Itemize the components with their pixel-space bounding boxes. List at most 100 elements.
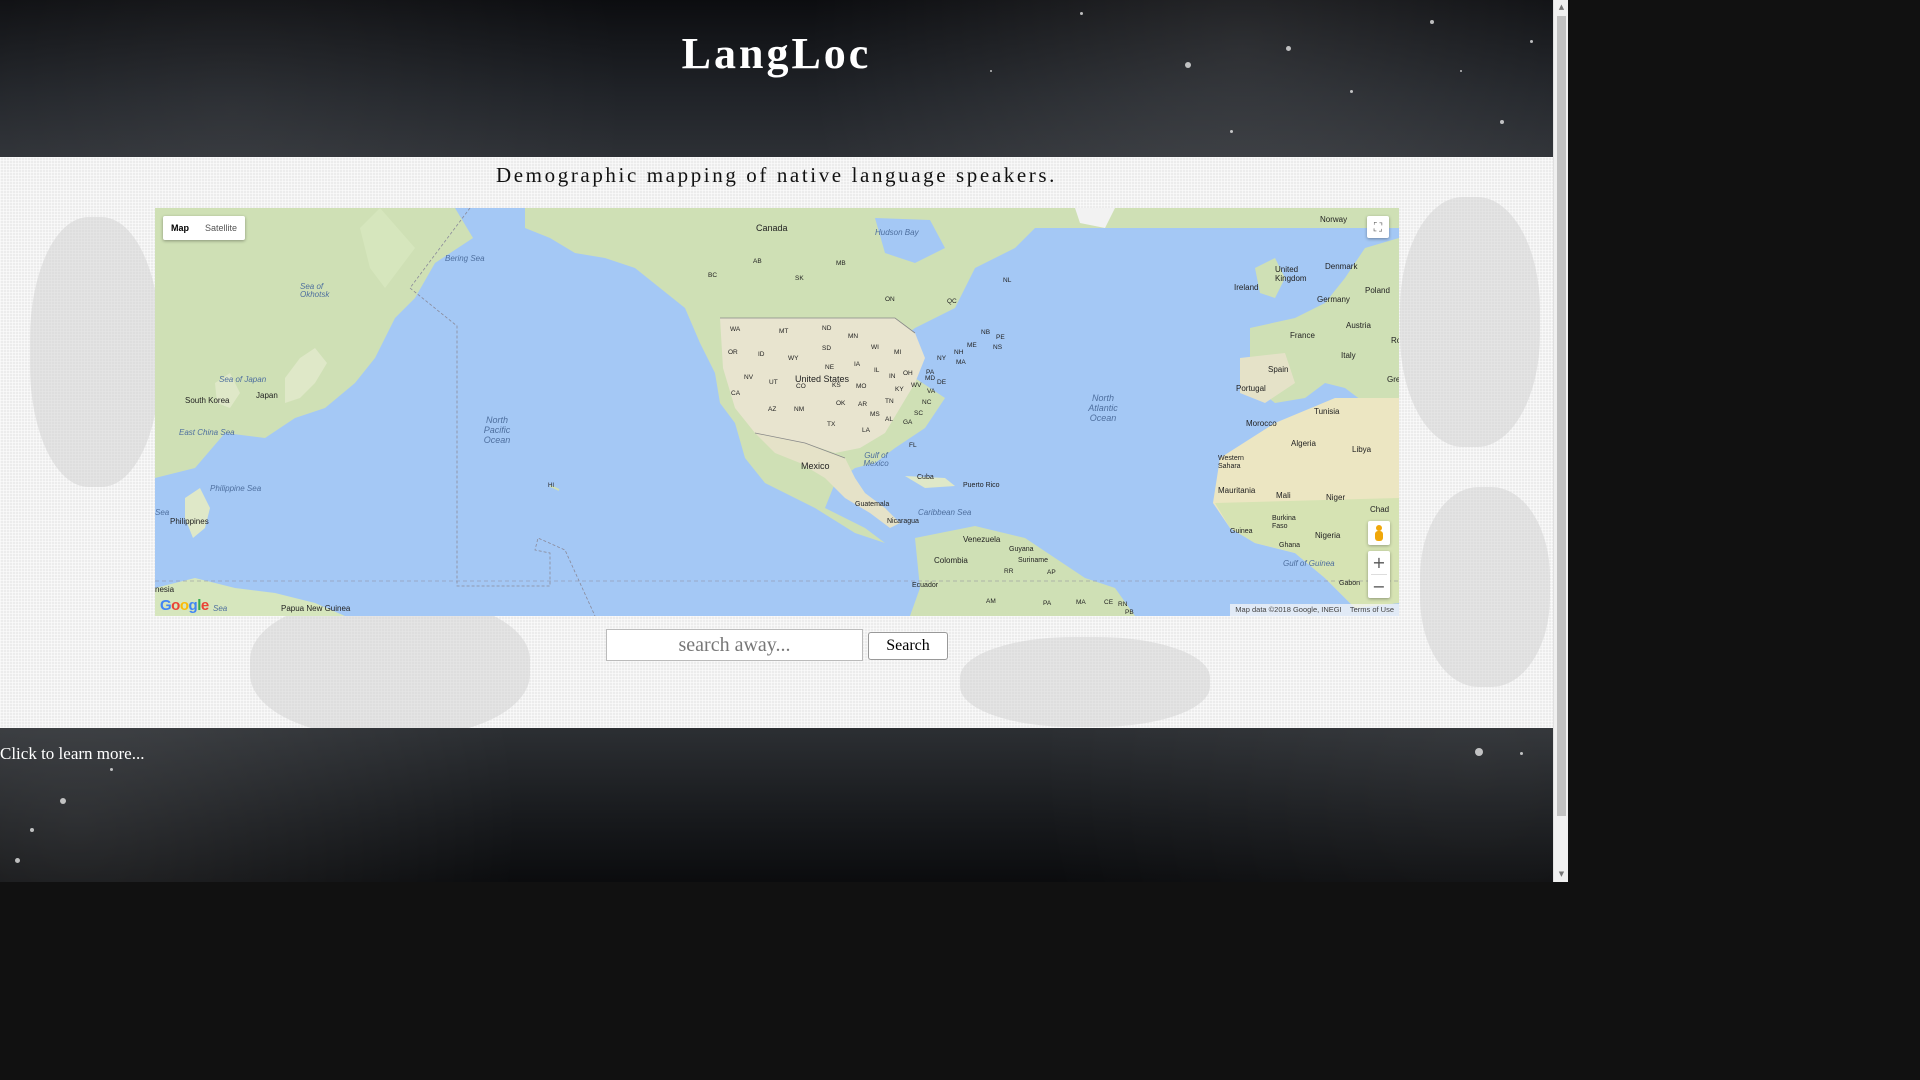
learn-more-link[interactable]: Click to learn more...	[0, 744, 144, 764]
land-south-america	[910, 526, 1135, 616]
date-line-border	[409, 208, 596, 616]
tagline: Demographic mapping of native language s…	[496, 163, 1057, 187]
star-speck	[30, 828, 34, 832]
zoom-control: + −	[1368, 551, 1390, 598]
label-denmark: Denmark	[1325, 262, 1358, 271]
label-austria: Austria	[1346, 321, 1371, 330]
map-type-control: Map Satellite	[163, 216, 246, 240]
search-input[interactable]	[606, 629, 863, 661]
zoom-in-button[interactable]: +	[1368, 551, 1390, 574]
pegman-body	[1375, 531, 1383, 541]
label-ia: IA	[854, 361, 861, 368]
terms-of-use-link[interactable]: Terms of Use	[1350, 605, 1394, 614]
label-pb: PB	[1125, 609, 1134, 616]
label-france: France	[1290, 331, 1315, 340]
star-speck	[1475, 748, 1483, 756]
label-fl: FL	[909, 442, 917, 449]
label-north-atlantic: North Atlantic Ocean	[1088, 393, 1118, 423]
label-poland: Poland	[1365, 286, 1390, 295]
label-mo: MO	[856, 383, 867, 390]
label-id: ID	[758, 351, 765, 358]
label-ap: AP	[1047, 569, 1056, 576]
label-japan: Japan	[256, 391, 278, 400]
google-logo[interactable]: Google	[160, 597, 209, 614]
label-guinea: Guinea	[1230, 528, 1253, 535]
label-on: ON	[885, 296, 895, 303]
label-ga: GA	[903, 419, 913, 426]
label-oh: OH	[903, 370, 913, 377]
scroll-down-arrow-icon[interactable]: ▼	[1554, 867, 1569, 882]
label-va: VA	[927, 388, 936, 395]
label-ns: NS	[993, 344, 1003, 351]
label-ms: MS	[870, 411, 880, 418]
label-sea-bottom: Sea	[213, 604, 228, 613]
label-canada: Canada	[756, 223, 788, 233]
label-spain: Spain	[1268, 365, 1289, 374]
label-nh: NH	[954, 349, 964, 356]
label-ce: CE	[1104, 599, 1114, 606]
star-speck	[1350, 90, 1353, 93]
search-button[interactable]: Search	[868, 632, 948, 660]
map-attribution: Map data ©2018 Google, INEGI Terms of Us…	[1230, 604, 1399, 616]
label-mali: Mali	[1276, 491, 1291, 500]
label-nigeria: Nigeria	[1315, 531, 1341, 540]
label-md: MD	[925, 375, 936, 382]
label-nb: NB	[981, 329, 991, 336]
label-wy: WY	[788, 355, 799, 362]
label-gabon: Gabon	[1339, 580, 1361, 587]
label-hi: HI	[548, 483, 554, 489]
label-mn: MN	[848, 333, 859, 340]
label-nv: NV	[744, 374, 754, 381]
star-speck	[1520, 752, 1523, 755]
label-bc: BC	[708, 272, 718, 279]
label-tunisia: Tunisia	[1314, 407, 1340, 416]
map-type-satellite-button[interactable]: Satellite	[197, 216, 245, 240]
label-philippine-sea: Philippine Sea	[210, 484, 262, 493]
label-mexico: Mexico	[801, 461, 830, 471]
label-philippines: Philippines	[170, 517, 209, 526]
app-title: LangLoc	[681, 29, 872, 78]
label-ut: UT	[769, 379, 778, 386]
label-ky: KY	[895, 386, 904, 393]
star-speck	[1230, 130, 1233, 133]
label-nd: ND	[822, 325, 832, 332]
fullscreen-icon[interactable]: ⛶	[1367, 216, 1389, 238]
label-am: AM	[986, 598, 996, 605]
land-northeast-asia	[155, 208, 473, 478]
label-in: IN	[889, 373, 896, 380]
label-ne: NE	[825, 364, 835, 371]
label-ca: CA	[731, 390, 741, 397]
label-gulf-of-guinea: Gulf of Guinea	[1283, 559, 1335, 568]
map-type-map-button[interactable]: Map	[163, 216, 197, 240]
map-canvas[interactable]: Canada Hudson Bay Norway Bering Sea Sea …	[155, 208, 1399, 616]
label-morocco: Morocco	[1246, 419, 1277, 428]
label-italy: Italy	[1341, 351, 1356, 360]
label-south-korea: South Korea	[185, 396, 230, 405]
street-view-pegman-icon[interactable]	[1368, 521, 1390, 545]
label-east-china-sea: East China Sea	[179, 428, 235, 437]
label-ireland: Ireland	[1234, 283, 1259, 292]
label-ny: NY	[937, 355, 947, 362]
vertical-scrollbar[interactable]: ▲ ▼	[1553, 0, 1568, 882]
label-nesia: nesia	[155, 585, 175, 594]
label-ok: OK	[836, 400, 846, 407]
star-speck	[110, 768, 113, 771]
label-gre: Gre	[1387, 375, 1399, 384]
google-logo-letter: g	[188, 597, 198, 614]
label-germany: Germany	[1317, 295, 1350, 304]
google-logo-letter: e	[200, 597, 209, 614]
continent-shape	[30, 217, 160, 487]
label-ma-brazil: MA	[1076, 599, 1086, 606]
zoom-out-button[interactable]: −	[1368, 575, 1390, 598]
label-suriname: Suriname	[1018, 557, 1048, 564]
label-mt: MT	[779, 328, 789, 335]
star-speck	[1500, 120, 1504, 124]
label-il: IL	[874, 367, 880, 374]
label-uk: United Kingdom	[1275, 265, 1307, 283]
label-ma: MA	[956, 359, 966, 366]
label-az: AZ	[768, 406, 777, 413]
scroll-thumb[interactable]	[1557, 16, 1566, 816]
star-speck	[60, 798, 66, 804]
label-la: LA	[862, 427, 870, 434]
scroll-up-arrow-icon[interactable]: ▲	[1554, 0, 1569, 15]
